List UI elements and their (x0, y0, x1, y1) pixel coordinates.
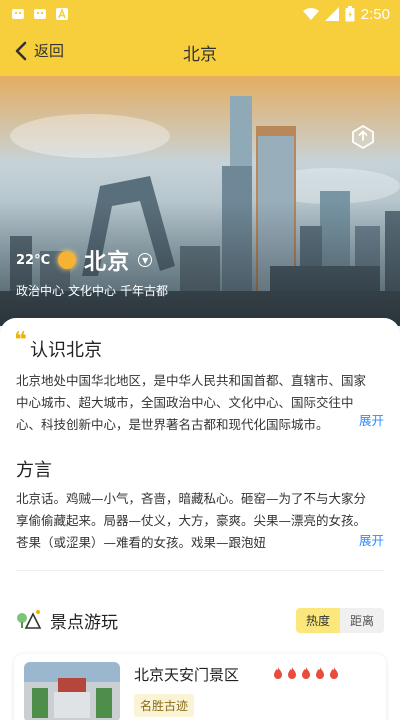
flame-icon (330, 667, 338, 679)
wifi-icon (302, 8, 319, 20)
system-status: 2:50 (302, 5, 390, 23)
app-notification-icon (12, 9, 24, 19)
city-hero-image: 22°C 北京 ▼ 政治中心 文化中心 千年古都 (0, 76, 400, 326)
flame-icon (274, 667, 282, 679)
spots-header: 景点游玩 热度 距离 (0, 604, 400, 634)
flame-icon (316, 667, 324, 679)
intro-expand-link[interactable]: 展开 (354, 410, 384, 429)
heat-rating (272, 666, 340, 680)
city-tag: 文化中心 (68, 284, 117, 298)
signal-icon (324, 7, 339, 21)
flame-icon (288, 667, 296, 679)
dialect-title: 方言 (16, 460, 52, 481)
sort-option-distance[interactable]: 距离 (339, 608, 384, 633)
spots-title: 景点游玩 (50, 613, 118, 633)
chevron-down-icon[interactable]: ▼ (138, 253, 153, 267)
status-bar: 2:50 (0, 0, 400, 28)
scenery-icon (17, 610, 42, 629)
city-info: 22°C 北京 ▼ 政治中心 文化中心 千年古都 (16, 244, 168, 299)
clock: 2:50 (360, 5, 390, 23)
city-tag: 千年古都 (120, 284, 169, 298)
content-card: ❝ 认识北京 北京地处中国华北地区，是中华人民共和国首都、直辖市、国家中心城市、… (0, 318, 400, 720)
quote-icon: ❝ (14, 328, 27, 353)
divider (16, 570, 384, 571)
a-notification-icon (56, 7, 68, 20)
battery-icon (345, 6, 355, 22)
spot-category-badge: 名胜古迹 (134, 694, 195, 717)
temperature: 22°C (16, 252, 51, 268)
notification-icons (10, 6, 70, 22)
back-label: 返回 (34, 42, 65, 60)
city-tag: 政治中心 (16, 284, 65, 298)
intro-title: 认识北京 (30, 340, 102, 361)
spot-thumbnail (24, 662, 120, 720)
app-header: 返回 北京 (0, 28, 400, 76)
app-notification-icon (34, 9, 46, 19)
flame-icon (302, 667, 310, 679)
share-icon[interactable] (348, 122, 378, 152)
sort-option-heat[interactable]: 热度 (295, 608, 340, 633)
chevron-left-icon (15, 41, 27, 60)
intro-text: 北京地处中国华北地区，是中华人民共和国首都、直辖市、国家中心城市、超大城市，全国… (16, 373, 367, 432)
spot-name: 北京天安门景区 (134, 666, 240, 684)
dialect-text: 北京话。鸡贼—小气，吝啬，暗藏私心。砸窑—为了不与大家分享偷偷藏起来。局器—仗义… (16, 491, 367, 550)
city-name[interactable]: 北京 (84, 244, 130, 276)
city-tags: 政治中心 文化中心 千年古都 (16, 282, 168, 299)
back-button[interactable]: 返回 (14, 40, 64, 61)
sort-toggle: 热度 距离 (295, 608, 384, 633)
sunny-icon (58, 251, 77, 269)
dialect-expand-link[interactable]: 展开 (354, 530, 384, 549)
spot-card[interactable]: 北京天安门景区 名胜古迹 (14, 654, 386, 720)
